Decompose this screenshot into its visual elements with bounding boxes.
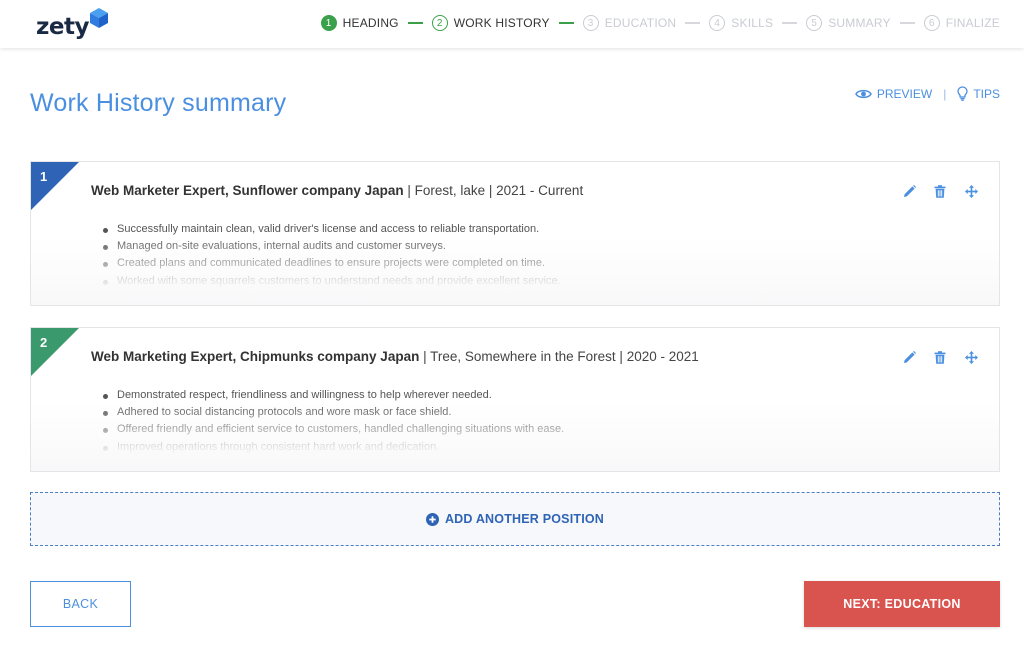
preview-label: PREVIEW — [876, 86, 933, 101]
job-title-company: Web Marketing Expert, Chipmunks company … — [91, 349, 420, 364]
trash-icon — [934, 184, 946, 198]
step-finalize[interactable]: 6 FINALIZE — [923, 15, 1000, 31]
step-connector — [899, 22, 915, 24]
position-title: Web Marketer Expert, Sunflower company J… — [91, 183, 583, 198]
job-location-dates: | Tree, Somewhere in the Forest | 2020 -… — [423, 349, 699, 364]
card-actions — [886, 183, 979, 199]
job-location-dates: | Forest, lake | 2021 - Current — [407, 183, 584, 198]
step-label: FINALIZE — [945, 16, 1000, 30]
step-label: SUMMARY — [828, 16, 891, 30]
step-number: 5 — [806, 15, 823, 31]
edit-button[interactable] — [901, 349, 917, 365]
list-item: Offered friendly and efficient service t… — [102, 421, 564, 438]
eye-icon — [855, 89, 872, 98]
add-position-button[interactable]: ADD ANOTHER POSITION — [30, 492, 1000, 546]
list-item: Improved operations through consistent h… — [102, 439, 564, 456]
edit-button[interactable] — [901, 183, 917, 199]
top-bar: zety 1 HEADING 2 WORK HISTORY 3 EDUCATIO… — [0, 0, 1024, 48]
step-number: 2 — [431, 15, 448, 31]
step-connector — [558, 22, 574, 24]
step-connector — [407, 22, 423, 24]
step-heading[interactable]: 1 HEADING — [320, 15, 399, 31]
zety-logo[interactable]: zety — [36, 8, 108, 42]
lightbulb-icon — [957, 86, 968, 101]
step-education[interactable]: 3 EDUCATION — [582, 15, 677, 31]
progress-steps: 1 HEADING 2 WORK HISTORY 3 EDUCATION 4 S… — [320, 14, 1000, 32]
work-position-card[interactable]: 2 Web Marketing Expert, Chipmunks compan… — [30, 327, 1000, 472]
delete-button[interactable] — [932, 183, 948, 199]
position-number: 1 — [40, 169, 48, 184]
trash-icon — [934, 350, 946, 364]
work-position-card[interactable]: 1 Web Marketer Expert, Sunflower company… — [30, 161, 1000, 306]
card-corner-badge — [31, 162, 79, 210]
position-number: 2 — [40, 335, 48, 350]
move-button[interactable] — [963, 183, 979, 199]
step-label: SKILLS — [731, 16, 774, 30]
back-button[interactable]: BACK — [30, 581, 131, 627]
step-number: 4 — [709, 15, 726, 31]
list-item: Created plans and communicated deadlines… — [103, 255, 561, 272]
step-number: 1 — [320, 15, 337, 31]
step-connector — [685, 22, 701, 24]
step-work-history[interactable]: 2 WORK HISTORY — [431, 15, 550, 31]
position-bullets: Demonstrated respect, friendliness and w… — [102, 387, 564, 456]
list-item: Demonstrated respect, friendliness and w… — [102, 387, 564, 404]
pencil-icon — [903, 184, 916, 197]
step-skills[interactable]: 4 SKILLS — [709, 15, 773, 31]
list-item: Managed on-site evaluations, internal au… — [103, 238, 561, 255]
step-label: WORK HISTORY — [453, 16, 550, 30]
tips-button[interactable]: TIPS — [957, 86, 1000, 101]
page-title: Work History summary — [30, 89, 287, 117]
card-corner-badge — [31, 328, 79, 376]
position-title: Web Marketing Expert, Chipmunks company … — [91, 349, 699, 364]
job-title-company: Web Marketer Expert, Sunflower company J… — [91, 183, 404, 198]
logo-text: zety — [36, 14, 89, 40]
move-button[interactable] — [963, 349, 979, 365]
plus-circle-icon — [425, 512, 439, 526]
list-item: Adhered to social distancing protocols a… — [102, 404, 564, 421]
page-tools: PREVIEW | TIPS — [855, 86, 1000, 101]
move-arrows-icon — [964, 350, 978, 364]
step-summary[interactable]: 5 SUMMARY — [806, 15, 891, 31]
step-number: 6 — [923, 15, 940, 31]
add-position-label: ADD ANOTHER POSITION — [444, 512, 605, 526]
tools-separator: | — [943, 86, 947, 101]
card-actions — [886, 349, 979, 365]
list-item: Successfully maintain clean, valid drive… — [103, 221, 561, 238]
step-label: EDUCATION — [604, 16, 677, 30]
cube-logo-icon — [89, 8, 108, 28]
preview-button[interactable]: PREVIEW — [855, 87, 932, 101]
tips-label: TIPS — [973, 86, 1000, 101]
delete-button[interactable] — [932, 349, 948, 365]
step-label: HEADING — [342, 16, 399, 30]
list-item: Worked with some squarrels customers to … — [103, 273, 561, 290]
next-education-button[interactable]: NEXT: EDUCATION — [804, 581, 1000, 627]
step-connector — [782, 22, 798, 24]
position-bullets: Successfully maintain clean, valid drive… — [103, 221, 561, 290]
move-arrows-icon — [964, 184, 978, 198]
step-number: 3 — [582, 15, 599, 31]
pencil-icon — [903, 350, 916, 363]
